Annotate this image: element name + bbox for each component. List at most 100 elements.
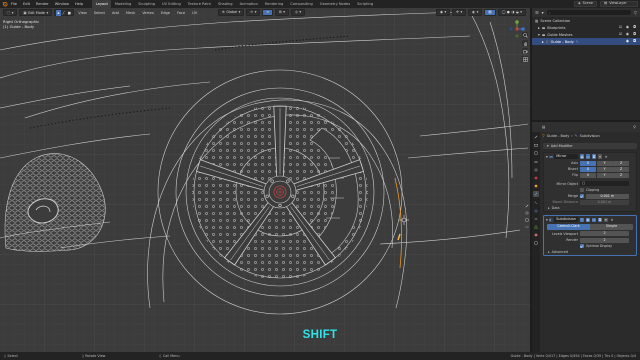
- expand-arrow-icon[interactable]: ▾: [538, 33, 540, 37]
- properties-editor-icon[interactable]: ▤: [542, 125, 545, 129]
- view-layer-selector[interactable]: ▤ ViewLayer: [600, 1, 638, 7]
- tab-modeling[interactable]: Modeling: [111, 0, 134, 8]
- outliner-row-guide-body[interactable]: ▸ ▽ Guide - Body ✎ ◉ ◘: [532, 38, 640, 45]
- pan-hand-icon[interactable]: [522, 40, 528, 46]
- pivot-button[interactable]: ⊙ ▾: [246, 9, 261, 16]
- edit-mode-toggle-icon[interactable]: ▣: [585, 217, 591, 223]
- optimal-display-checkbox[interactable]: [580, 244, 584, 249]
- tab-sculpting[interactable]: Sculpting: [135, 0, 159, 8]
- options-dropdown-icon[interactable]: ▾: [603, 217, 609, 223]
- eye-icon[interactable]: ◉: [625, 39, 630, 44]
- outliner-row-guide-meshes[interactable]: ▾ ▬ Guide Meshes ☑ ◉ ◘: [532, 31, 640, 38]
- eye-icon[interactable]: ◉: [625, 25, 630, 30]
- axis-x-toggle[interactable]: X: [580, 160, 596, 166]
- menu-edge[interactable]: Edge: [158, 11, 172, 15]
- collapse-arrow-icon[interactable]: ▾: [546, 218, 548, 222]
- outliner-row-blueprints[interactable]: ▸ ▬ Blueprints ☑ ◉ ◘: [532, 24, 640, 31]
- outliner-search-input[interactable]: ⌕: [546, 9, 631, 16]
- close-icon[interactable]: ✕: [605, 155, 608, 159]
- output-properties-icon[interactable]: [533, 150, 539, 156]
- menu-add[interactable]: Add: [109, 11, 121, 15]
- outliner-row-scene-collection[interactable]: ▦ Scene Collection: [532, 17, 640, 24]
- mirror-name-field[interactable]: Mirror: [554, 154, 579, 159]
- select-mode-group[interactable]: ▪ ╱ ■: [54, 9, 74, 16]
- tab-scripting[interactable]: Scripting: [354, 0, 377, 8]
- flip-x-toggle[interactable]: X: [580, 172, 596, 178]
- tab-layout[interactable]: Layout: [92, 0, 112, 8]
- tab-compositing[interactable]: Compositing: [287, 0, 317, 8]
- menu-window[interactable]: Window: [52, 0, 72, 8]
- menu-face[interactable]: Face: [174, 11, 187, 15]
- solid-shading-icon[interactable]: ●: [507, 9, 510, 15]
- checkbox-icon[interactable]: ☑: [618, 32, 623, 37]
- 3d-viewport[interactable]: ⬚ ▾ ▣ Edit Mode ▾ ▪ ╱ ■ View Select Add Mes…: [0, 8, 530, 352]
- on-cage-toggle-icon[interactable]: ▽: [579, 217, 585, 223]
- viewport-toggle-icon[interactable]: ▭: [591, 217, 597, 223]
- overlay-button[interactable]: ◐ ▾: [468, 9, 483, 16]
- subdivision-modifier-header[interactable]: ▾ ◧ Subdivision ▽ ▣ ▭ ◘ ▾ ✕: [544, 216, 636, 223]
- material-properties-icon[interactable]: [533, 232, 539, 238]
- flip-z-toggle[interactable]: Z: [613, 172, 630, 178]
- world-properties-icon[interactable]: [533, 175, 539, 181]
- data-properties-icon[interactable]: [533, 224, 539, 230]
- texture-properties-icon[interactable]: [533, 240, 539, 246]
- gizmo-button[interactable]: ✣ ▾: [452, 9, 467, 16]
- scene-selector[interactable]: ◈ Scene: [574, 1, 597, 7]
- outliner-editor-icon[interactable]: ☰: [535, 10, 539, 15]
- pin-icon[interactable]: ⚲: [633, 125, 636, 129]
- viewport-toggle-icon[interactable]: ▭: [585, 154, 591, 159]
- particles-properties-icon[interactable]: [533, 200, 539, 206]
- camera-icon[interactable]: [522, 48, 528, 54]
- catmull-clark-button[interactable]: Catmull-Clark: [547, 224, 590, 230]
- bisect-x-toggle[interactable]: X: [580, 166, 596, 172]
- collapse-arrow-icon[interactable]: ▾: [546, 155, 548, 159]
- options-dropdown-icon[interactable]: ▾: [597, 154, 603, 159]
- snap-target-button[interactable]: ⊞ ▾: [274, 9, 289, 16]
- shading-group[interactable]: ◯ ● ◑ ◒ ▾: [497, 9, 526, 16]
- add-modifier-button[interactable]: ▾ Add Modifier: [543, 143, 637, 149]
- menu-vertex[interactable]: Vertex: [140, 11, 157, 15]
- render-properties-icon[interactable]: [533, 142, 539, 148]
- editor-type-button[interactable]: ⬚ ▾: [3, 9, 18, 16]
- subdivision-name-field[interactable]: Subdivision: [554, 217, 579, 223]
- tool-tab-icon[interactable]: [524, 203, 530, 209]
- mirror-object-field[interactable]: ▢: [580, 181, 629, 187]
- zoom-icon[interactable]: [522, 32, 528, 38]
- data-subpanel-header[interactable]: ▸ Data: [544, 205, 636, 211]
- display-mode-icon[interactable]: ▾: [542, 10, 544, 15]
- axis-z-toggle[interactable]: Z: [613, 160, 630, 166]
- mode-selector[interactable]: ▣ Edit Mode ▾: [19, 9, 53, 16]
- edge-select-icon[interactable]: ╱: [62, 10, 66, 16]
- menu-mesh[interactable]: Mesh: [123, 11, 137, 15]
- render-toggle-icon[interactable]: ◘: [591, 154, 597, 159]
- menu-render[interactable]: Render: [33, 0, 52, 8]
- simple-button[interactable]: Simple: [590, 224, 633, 230]
- bisect-y-toggle[interactable]: Y: [596, 166, 613, 172]
- xray-button[interactable]: ▨: [484, 9, 496, 16]
- tab-rendering[interactable]: Rendering: [261, 0, 286, 8]
- physics-properties-icon[interactable]: [533, 208, 539, 214]
- expand-arrow-icon[interactable]: ▸: [542, 40, 544, 44]
- render-levels-field[interactable]: 2: [580, 237, 629, 243]
- vertex-select-icon[interactable]: ▪: [56, 9, 61, 16]
- merge-checkbox[interactable]: [580, 194, 584, 198]
- bisect-distance-field[interactable]: 0.001 m: [580, 199, 629, 205]
- menu-help[interactable]: Help: [72, 0, 86, 8]
- levels-viewport-field[interactable]: 2: [580, 231, 629, 237]
- camera-render-icon[interactable]: ◘: [632, 25, 637, 30]
- render-toggle-icon[interactable]: ◘: [597, 217, 603, 223]
- expand-arrow-icon[interactable]: ▸: [538, 26, 540, 30]
- axis-y-toggle[interactable]: Y: [596, 160, 613, 166]
- menu-view[interactable]: View: [76, 11, 90, 15]
- view-layer-properties-icon[interactable]: [533, 159, 539, 165]
- modifier-properties-icon[interactable]: [533, 191, 539, 198]
- checkbox-icon[interactable]: ☑: [618, 25, 623, 30]
- tool-properties-icon[interactable]: [533, 134, 539, 140]
- scene-tab-icon[interactable]: [524, 210, 530, 216]
- edit-mode-toggle-icon[interactable]: ▣: [579, 154, 585, 159]
- camera-render-icon[interactable]: ◘: [632, 39, 637, 44]
- transform-orientation[interactable]: ⊕ Global ▾: [218, 9, 245, 16]
- view-tab-icon[interactable]: [524, 224, 530, 230]
- snap-button[interactable]: ∩: [262, 9, 273, 16]
- menu-uv[interactable]: UV: [190, 11, 200, 15]
